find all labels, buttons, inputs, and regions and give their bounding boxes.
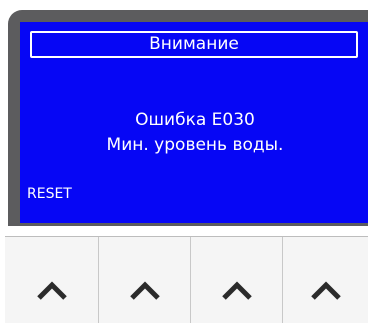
key-3-button[interactable] <box>191 237 283 323</box>
keypad <box>5 236 368 323</box>
chevron-up-icon <box>310 281 341 300</box>
reset-softkey-label[interactable]: RESET <box>27 186 72 202</box>
controller-panel: Внимание Ошибка E030 Мин. уровень воды. … <box>0 0 368 323</box>
error-code-text: Ошибка E030 <box>135 110 255 130</box>
key-2-button[interactable] <box>99 237 191 323</box>
chevron-up-icon <box>129 281 160 300</box>
display-bezel: Внимание Ошибка E030 Мин. уровень воды. … <box>8 10 368 226</box>
chevron-up-icon <box>221 281 252 300</box>
key-1-button[interactable] <box>5 237 99 323</box>
error-description-text: Мин. уровень воды. <box>106 135 284 155</box>
lcd-screen: Внимание Ошибка E030 Мин. уровень воды. … <box>20 22 368 223</box>
chevron-up-icon <box>36 281 67 300</box>
alert-title: Внимание <box>30 31 358 58</box>
key-4-button[interactable] <box>283 237 368 323</box>
